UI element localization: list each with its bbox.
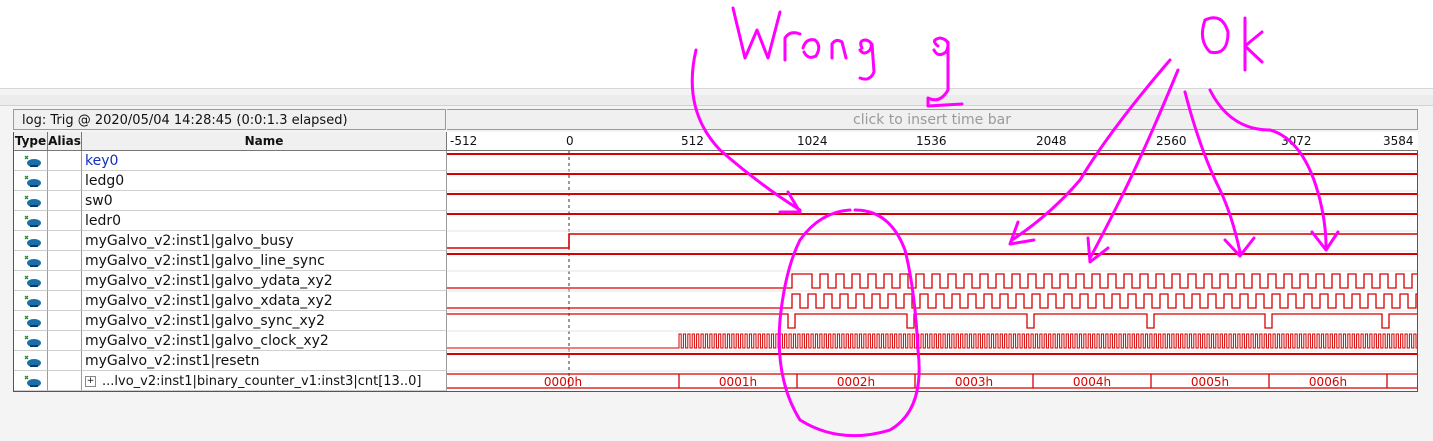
signal-name-label: myGalvo_v2:inst1|galvo_sync_xy2 [85,313,326,329]
signal-type-cell[interactable] [14,251,48,271]
signal-name-label: ledg0 [85,173,125,189]
signal-alias-cell[interactable] [48,371,82,391]
signal-alias-cell[interactable] [48,271,82,291]
ruler-tick-label: 1024 [797,134,828,148]
column-header-name[interactable]: Name [82,132,447,151]
signal-type-icon [24,295,41,307]
ruler-tick-label: 512 [681,134,704,148]
signal-name-label: key0 [85,153,119,169]
signal-type-icon [24,315,41,327]
signal-type-icon [24,255,41,267]
signal-type-icon [24,335,41,347]
signal-type-cell[interactable] [14,191,48,211]
expand-icon[interactable]: + [85,375,96,387]
bus-value-label: 0006h [1309,375,1347,389]
signal-name-cell[interactable]: myGalvo_v2:inst1|resetn [82,351,447,371]
signal-name-label: myGalvo_v2:inst1|galvo_ydata_xy2 [85,273,333,289]
bus-value-label: 0001h [719,375,757,389]
signal-name-cell[interactable]: myGalvo_v2:inst1|galvo_xdata_xy2 [82,291,447,311]
signal-name-label: myGalvo_v2:inst1|galvo_xdata_xy2 [85,293,333,309]
signal-alias-cell[interactable] [48,331,82,351]
panel-strip [0,95,1433,106]
ruler-tick-label: 3072 [1281,134,1312,148]
signal-name-cell[interactable]: + ...lvo_v2:inst1|binary_counter_v1:inst3… [82,371,447,391]
signal-alias-cell[interactable] [48,231,82,251]
bus-value-label: 0005h [1191,375,1229,389]
ruler-tick-label: 0 [566,134,574,148]
signal-type-icon [24,155,41,167]
ruler-tick-label: 2560 [1156,134,1187,148]
log-header: log: Trig @ 2020/05/04 14:28:45 (0:0:1.3… [13,109,446,130]
signal-type-icon [24,195,41,207]
waveform-canvas: 0000h 0001h 0002h 0003h 0004h 0005h 0006h [447,151,1417,391]
signal-alias-cell[interactable] [48,351,82,371]
signal-name-cell[interactable]: key0 [82,151,447,171]
signal-alias-cell[interactable] [48,211,82,231]
ruler-tick-label: -512 [450,134,478,148]
signal-type-cell[interactable] [14,291,48,311]
signal-alias-cell[interactable] [48,291,82,311]
signal-name-cell[interactable]: sw0 [82,191,447,211]
signal-alias-cell[interactable] [48,191,82,211]
bus-outline [447,373,1417,389]
bus-value-label: 0003h [955,375,993,389]
signal-wave-sync [447,313,1417,329]
signal-name-label: ledr0 [85,213,122,229]
signal-alias-cell[interactable] [48,151,82,171]
signal-alias-cell[interactable] [48,251,82,271]
signal-type-cell[interactable] [14,211,48,231]
signal-type-icon [24,215,41,227]
signal-name-label: myGalvo_v2:inst1|galvo_clock_xy2 [85,333,329,349]
signal-name-label: ...lvo_v2:inst1|binary_counter_v1:inst3|… [102,374,422,389]
signal-name-cell[interactable]: myGalvo_v2:inst1|galvo_busy [82,231,447,251]
signal-name-cell[interactable]: ledr0 [82,211,447,231]
signal-name-cell[interactable]: ledg0 [82,171,447,191]
signal-type-cell[interactable] [14,151,48,171]
signal-alias-cell[interactable] [48,171,82,191]
signal-type-cell[interactable] [14,331,48,351]
signal-alias-cell[interactable] [48,311,82,331]
signal-name-cell[interactable]: myGalvo_v2:inst1|galvo_line_sync [82,251,447,271]
signal-name-label: myGalvo_v2:inst1|galvo_busy [85,233,294,249]
bus-type-icon [24,375,41,387]
bus-value-label: 0002h [837,375,875,389]
signal-type-icon [24,355,41,367]
signal-name-cell[interactable]: myGalvo_v2:inst1|galvo_ydata_xy2 [82,271,447,291]
signal-type-cell[interactable] [14,351,48,371]
ruler-tick-label: 2048 [1036,134,1067,148]
signal-type-cell[interactable] [14,311,48,331]
bus-value-label: 0000h [544,375,582,389]
signal-name-label: sw0 [85,193,113,209]
signal-name-label: myGalvo_v2:inst1|galvo_line_sync [85,253,325,269]
signal-name-cell[interactable]: myGalvo_v2:inst1|galvo_clock_xy2 [82,331,447,351]
signal-name-cell[interactable]: myGalvo_v2:inst1|galvo_sync_xy2 [82,311,447,331]
column-header-alias[interactable]: Alias [48,132,82,151]
signal-wave-xdata [447,293,1417,309]
signal-type-cell[interactable] [14,271,48,291]
signal-wave-clock [447,333,1417,349]
ruler-tick-label: 3584 [1383,134,1414,148]
signal-type-cell[interactable] [14,371,48,391]
signal-name-label: myGalvo_v2:inst1|resetn [85,353,260,369]
timebar-hint[interactable]: click to insert time bar [447,109,1418,130]
top-whitespace [0,0,1433,88]
signal-type-cell[interactable] [14,231,48,251]
signal-type-icon [24,275,41,287]
signal-wave-ydata [447,273,1417,289]
signal-wave-busy [447,233,1417,249]
bus-value-label: 0004h [1073,375,1111,389]
signal-type-icon [24,175,41,187]
signal-type-icon [24,235,41,247]
signal-type-cell[interactable] [14,171,48,191]
column-header-type[interactable]: Type [14,132,48,151]
ruler-tick-label: 1536 [916,134,947,148]
